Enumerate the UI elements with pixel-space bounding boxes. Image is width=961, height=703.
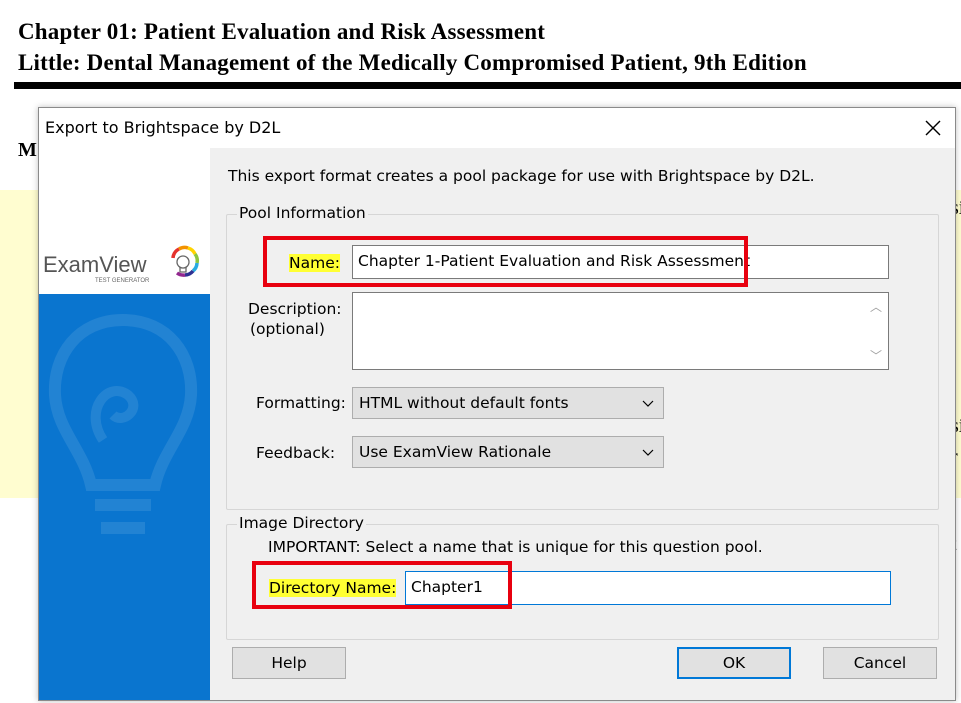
lightbulb-watermark-icon — [48, 313, 198, 534]
export-dialog: Export to Brightspace by D2L ExamView TE… — [38, 107, 956, 701]
close-icon — [925, 120, 941, 136]
pool-information-legend: Pool Information — [237, 204, 368, 222]
svg-text:ExamView: ExamView — [43, 252, 147, 277]
feedback-value: Use ExamView Rationale — [359, 443, 552, 461]
name-annotation-box — [263, 236, 748, 287]
dialog-title: Export to Brightspace by D2L — [45, 118, 281, 137]
document-fragment-m: M — [18, 139, 37, 161]
document-rule — [14, 82, 961, 89]
description-label: Description: — [248, 300, 342, 318]
description-textarea[interactable]: ︿ ﹀ — [352, 292, 889, 370]
dialog-content: This export format creates a pool packag… — [210, 148, 955, 700]
feedback-select[interactable]: Use ExamView Rationale — [352, 436, 664, 468]
formatting-value: HTML without default fonts — [359, 394, 569, 412]
examview-logo: ExamView TEST GENERATOR — [43, 245, 199, 284]
cancel-button[interactable]: Cancel — [823, 647, 937, 679]
formatting-label: Formatting: — [256, 394, 346, 412]
formatting-select[interactable]: HTML without default fonts — [352, 387, 664, 419]
ok-button[interactable]: OK — [677, 647, 791, 679]
brand-panel — [39, 294, 210, 700]
description-scrollbar[interactable]: ︿ ﹀ — [865, 294, 887, 368]
feedback-label: Feedback: — [256, 444, 336, 462]
intro-text: This export format creates a pool packag… — [228, 167, 815, 185]
svg-text:TEST GENERATOR: TEST GENERATOR — [95, 278, 150, 284]
important-note: IMPORTANT: Select a name that is unique … — [268, 538, 763, 556]
scroll-up-icon[interactable]: ︿ — [870, 298, 882, 315]
chevron-down-icon — [642, 400, 654, 407]
close-button[interactable] — [919, 114, 947, 142]
help-button[interactable]: Help — [232, 647, 346, 679]
directory-annotation-box — [252, 561, 512, 609]
dialog-titlebar[interactable]: Export to Brightspace by D2L — [39, 108, 955, 148]
logo-panel: ExamView TEST GENERATOR — [39, 148, 210, 294]
document-book-title: Little: Dental Management of the Medical… — [18, 50, 807, 75]
description-optional-label: (optional) — [250, 320, 325, 338]
chevron-down-icon — [642, 449, 654, 456]
document-chapter-title: Chapter 01: Patient Evaluation and Risk … — [18, 19, 546, 44]
image-directory-legend: Image Directory — [237, 514, 366, 532]
scroll-down-icon[interactable]: ﹀ — [870, 347, 882, 364]
